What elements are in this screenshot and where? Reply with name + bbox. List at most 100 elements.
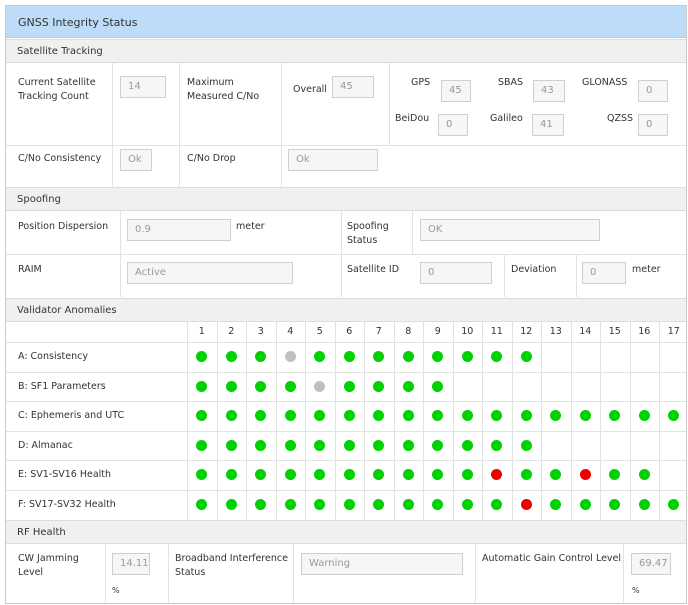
status-dot-green (432, 410, 444, 422)
status-dot-green (343, 498, 355, 510)
status-dot-green (402, 469, 414, 481)
overall-cno-field: 45 (332, 76, 374, 98)
status-dot-green (196, 380, 208, 392)
column-header: 10 (461, 326, 474, 337)
cno-drop-label: C/No Drop (187, 153, 236, 164)
column-header: 14 (579, 326, 592, 337)
status-dot-green (432, 351, 444, 363)
cno-consistency-label: C/No Consistency (18, 153, 102, 164)
status-dot-green (579, 410, 591, 422)
status-dot-green (520, 410, 532, 422)
status-dot-green (638, 498, 650, 510)
status-dot-green (609, 498, 621, 510)
status-dot-green (373, 469, 385, 481)
status-dot-green (255, 410, 267, 422)
anomaly-row-label: E: SV1-SV16 Health (18, 469, 112, 480)
column-header: 17 (667, 326, 680, 337)
beidou-cno-field: 0 (438, 114, 468, 136)
agc-level-field: 69.47 (631, 553, 671, 575)
gnss-integrity-panel: GNSS Integrity Status Satellite Tracking… (5, 5, 687, 604)
broadband-interference-label-2: Status (175, 567, 206, 578)
cw-jamming-label-1: CW Jamming (18, 553, 79, 564)
status-dot-green (550, 498, 562, 510)
tracking-count-label-1: Current Satellite (18, 77, 96, 88)
broadband-interference-label-1: Broadband Interference (175, 553, 288, 564)
section-satellite-tracking: Satellite Tracking (6, 39, 686, 63)
sbas-label: SBAS (498, 77, 524, 88)
tracking-count-label-2: Tracking Count (18, 91, 89, 102)
section-spoofing: Spoofing (6, 187, 686, 211)
gps-cno-field: 45 (441, 80, 471, 102)
status-dot-green (255, 498, 267, 510)
status-dot-green (255, 469, 267, 481)
spoofing-status-label-1: Spoofing (347, 221, 389, 232)
cno-consistency-field: Ok (120, 149, 152, 171)
column-header: 2 (228, 326, 235, 337)
status-dot-green (520, 439, 532, 451)
status-dot-green (196, 410, 208, 422)
status-dot-green (668, 498, 680, 510)
status-dot-green (225, 498, 237, 510)
status-dot-green (373, 439, 385, 451)
status-dot-red (491, 469, 503, 481)
status-dot-red (520, 498, 532, 510)
satellite-id-field: 0 (420, 262, 492, 284)
status-dot-green (225, 439, 237, 451)
column-header: 4 (287, 326, 294, 337)
section-title: Validator Anomalies (17, 305, 117, 316)
status-dot-green (491, 351, 503, 363)
gps-label: GPS (411, 77, 431, 88)
raim-field: Active (127, 262, 293, 284)
spoofing-status-field: OK (420, 219, 600, 241)
column-header: 8 (405, 326, 412, 337)
status-dot-green (284, 380, 296, 392)
deviation-label: Deviation (511, 264, 557, 275)
status-dot-green (196, 469, 208, 481)
status-dot-green (461, 439, 473, 451)
anomaly-row-label: B: SF1 Parameters (18, 380, 106, 392)
max-cno-label-1: Maximum (187, 77, 234, 88)
column-header: 11 (490, 326, 503, 337)
satellite-id-label: Satellite ID (347, 264, 400, 275)
status-dot-green (402, 380, 414, 392)
section-rf-health: RF Health (6, 520, 686, 544)
status-dot-green (491, 410, 503, 422)
position-dispersion-label: Position Dispersion (18, 221, 109, 232)
spoofing-status-label-2: Status (347, 235, 378, 246)
cw-jamming-field: 14.11 (112, 553, 150, 575)
status-dot-green (225, 469, 237, 481)
column-header: 7 (375, 326, 382, 337)
column-header: 5 (316, 326, 323, 337)
beidou-label: BeiDou (395, 113, 430, 124)
status-dot-green (314, 469, 326, 481)
agc-level-label: Automatic Gain Control Level (482, 553, 622, 564)
status-dot-green (432, 498, 444, 510)
status-dot-green (225, 351, 237, 363)
column-header: 6 (346, 326, 353, 337)
status-dot-green (609, 469, 621, 481)
status-dot-green (284, 439, 296, 451)
status-dot-green (402, 498, 414, 510)
deviation-field: 0 (582, 262, 626, 284)
status-dot-green (491, 498, 503, 510)
status-dot-green (314, 410, 326, 422)
column-header: 3 (257, 326, 264, 337)
section-title: RF Health (17, 527, 66, 538)
status-dot-green (225, 410, 237, 422)
status-dot-green (255, 439, 267, 451)
section-title: Spoofing (17, 194, 61, 205)
status-dot-green (461, 498, 473, 510)
status-dot-green (402, 439, 414, 451)
position-dispersion-field: 0.9 (127, 219, 231, 241)
column-header: 1 (198, 326, 205, 337)
status-dot-green (432, 380, 444, 392)
status-dot-green (255, 351, 267, 363)
status-dot-green (609, 410, 621, 422)
qzss-cno-field: 0 (638, 114, 668, 136)
status-dot-green (284, 498, 296, 510)
status-dot-green (638, 469, 650, 481)
status-dot-green (373, 498, 385, 510)
status-dot-green (461, 469, 473, 481)
status-dot-green (373, 380, 385, 392)
status-dot-green (373, 410, 385, 422)
